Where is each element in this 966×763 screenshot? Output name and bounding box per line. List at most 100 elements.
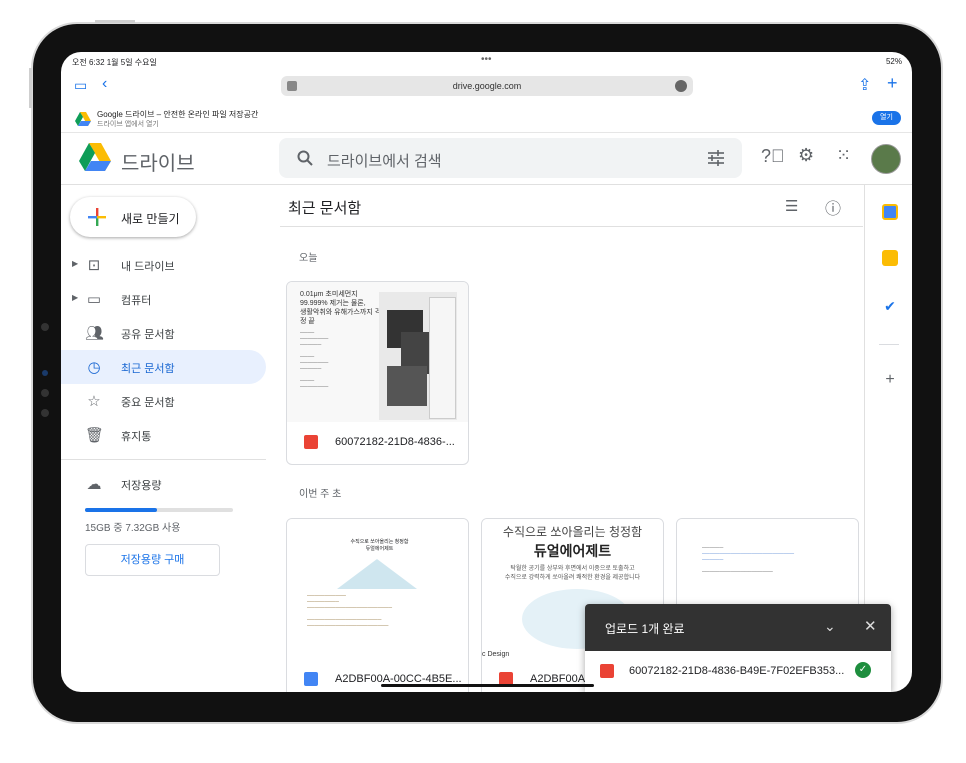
- app-banner: Google 드라이브 – 안전한 온라인 파일 저장공간 드라이브 앱에서 열…: [61, 106, 912, 133]
- sidebar-toggle-icon[interactable]: ▭: [74, 77, 87, 94]
- camera-dot: [41, 323, 49, 331]
- camera-lens: [42, 370, 48, 376]
- side-button: [29, 68, 32, 108]
- thumbnail-body: ────────────────────────────────────────…: [307, 593, 393, 629]
- sidebar-item-my-drive[interactable]: ▶ ⊡ 내 드라이브: [61, 248, 266, 282]
- sidebar-item-storage[interactable]: ☁︎ 저장용량: [61, 467, 266, 501]
- close-icon[interactable]: ✕: [864, 617, 877, 635]
- multitask-dots[interactable]: •••: [481, 54, 492, 65]
- thumbnail-body: ────────────────────────────────────────…: [300, 330, 329, 390]
- section-today: 오늘: [299, 253, 318, 264]
- thumbnail-graphic: [337, 559, 417, 589]
- sidebar-item-computers[interactable]: ▶ ▭ 컴퓨터: [61, 282, 266, 316]
- sidebar-item-label: 저장용량: [121, 480, 162, 492]
- search-icon[interactable]: [297, 150, 313, 166]
- storage-used-text: 15GB 중 7.32GB 사용: [85, 523, 181, 534]
- search-options-icon[interactable]: [707, 150, 725, 166]
- camera-dot: [41, 409, 49, 417]
- expand-caret-icon[interactable]: ▶: [72, 259, 78, 268]
- upload-status-text: 업로드 1개 완료: [605, 622, 685, 636]
- app-name: 드라이브: [121, 153, 195, 175]
- keep-icon[interactable]: [882, 250, 898, 266]
- rail-divider: [879, 344, 899, 345]
- thumbnail-body: ────────────────────────────────────────…: [702, 545, 795, 575]
- sidebar-item-label: 최근 문서함: [121, 363, 175, 375]
- tasks-icon[interactable]: ✔: [882, 298, 898, 314]
- thumbnail-subtitle: 듀얼에어제트: [533, 543, 612, 559]
- sidebar-item-starred[interactable]: ☆ 중요 문서함: [61, 384, 266, 418]
- open-app-button[interactable]: 열기: [872, 111, 901, 125]
- sidebar-item-trash[interactable]: 🗑︎ 휴지통: [61, 418, 266, 452]
- thumbnail-text: 0.01μm 초미세먼지 99.999% 제거는 물론, 생활악취와 유해가스까…: [300, 291, 382, 325]
- my-drive-icon: ⊡: [87, 257, 101, 274]
- computer-icon: ▭: [86, 291, 102, 308]
- purifier-image: [379, 292, 457, 420]
- new-button[interactable]: 새로 만들기: [70, 197, 196, 237]
- search-input[interactable]: 드라이브에서 검색: [327, 150, 442, 171]
- section-this-week: 이번 주 초: [299, 489, 342, 500]
- expand-caret-icon[interactable]: ▶: [72, 293, 78, 302]
- sidebar-item-shared[interactable]: 👥︎ 공유 문서함: [61, 316, 266, 350]
- sidebar-item-label: 중요 문서함: [121, 397, 175, 409]
- image-file-icon: [600, 664, 614, 678]
- new-tab-icon[interactable]: +: [887, 73, 898, 94]
- info-icon[interactable]: ⓘ: [825, 195, 841, 219]
- tab-overview-icon[interactable]: [287, 81, 297, 91]
- sidebar-item-recent[interactable]: ◷ 최근 문서함: [61, 350, 266, 384]
- sidebar-divider: [61, 459, 266, 460]
- upload-panel: 업로드 1개 완료 ⌄ ✕ 60072182-21D8-4836-B49E-7F…: [585, 604, 891, 692]
- screen: 오전 6:32 1월 5일 수요일 ••• 52% ▭ ‹ drive.goog…: [61, 52, 912, 692]
- doc-file-icon: [304, 672, 318, 686]
- storage-progress: [85, 508, 233, 512]
- search-bar[interactable]: 드라이브에서 검색: [279, 138, 742, 178]
- file-thumbnail: 수직으로 쏘아올리는 청정함 듀얼에어제트 ─────────── ───────…: [287, 519, 468, 659]
- sidebar-item-label: 내 드라이브: [121, 261, 175, 273]
- star-icon: ☆: [87, 393, 101, 410]
- uploaded-file-name[interactable]: 60072182-21D8-4836-B49E-7F02EFB353...: [629, 665, 844, 677]
- file-name: 60072182-21D8-4836-...: [335, 436, 455, 448]
- share-icon[interactable]: ⇪: [858, 75, 871, 95]
- image-file-icon: [304, 435, 318, 449]
- sidebar-item-label: 컴퓨터: [121, 295, 152, 307]
- thumbnail-body: 탁월한 공기를 상부와 후면에서 이중으로 토출하고 수직으로 강력하게 쏘아올…: [504, 566, 641, 581]
- top-button: [95, 20, 135, 23]
- thumbnail-text: 수직으로 쏘아올리는 청정함 듀얼에어제트: [350, 539, 409, 552]
- page-title: 최근 문서함: [288, 200, 362, 217]
- avatar[interactable]: [871, 144, 901, 174]
- plus-icon: [88, 208, 106, 226]
- upload-panel-header: 업로드 1개 완료 ⌄ ✕: [585, 604, 891, 651]
- add-addon-icon[interactable]: +: [882, 372, 898, 388]
- title-divider: [280, 226, 863, 227]
- banner-subtitle: 드라이브 앱에서 열기: [97, 121, 159, 128]
- help-icon[interactable]: ?⃝: [761, 146, 785, 167]
- drive-logo-icon[interactable]: [79, 143, 111, 171]
- cloud-icon: ☁︎: [86, 476, 102, 493]
- status-bar: 오전 6:32 1월 5일 수요일 ••• 52%: [61, 52, 912, 68]
- home-indicator[interactable]: [381, 684, 594, 687]
- more-icon[interactable]: [675, 80, 687, 92]
- drive-logo-icon: [75, 112, 91, 126]
- file-thumbnail: 0.01μm 초미세먼지 99.999% 제거는 물론, 생활악취와 유해가스까…: [287, 282, 468, 422]
- file-card[interactable]: 0.01μm 초미세먼지 99.999% 제거는 물론, 생활악취와 유해가스까…: [286, 281, 469, 465]
- thumbnail-title: 수직으로 쏘아올리는 청정함: [502, 525, 643, 539]
- list-view-icon[interactable]: ☰: [785, 197, 798, 215]
- address-bar[interactable]: drive.google.com: [281, 76, 693, 96]
- browser-toolbar: ▭ ‹ drive.google.com ⇪ +: [61, 68, 912, 106]
- buy-storage-button[interactable]: 저장용량 구매: [85, 544, 220, 576]
- shared-people-icon: 👥︎: [85, 325, 105, 342]
- back-icon[interactable]: ‹: [102, 75, 107, 93]
- trash-icon: 🗑︎: [85, 427, 105, 444]
- calendar-icon[interactable]: [882, 204, 898, 220]
- collapse-chevron-icon[interactable]: ⌄: [824, 618, 836, 635]
- url-text: drive.google.com: [452, 81, 522, 91]
- check-circle-icon: ✓: [855, 662, 871, 678]
- sidebar-item-label: 휴지통: [121, 431, 152, 443]
- new-button-label: 새로 만들기: [121, 212, 180, 226]
- settings-gear-icon[interactable]: ⚙: [798, 145, 814, 166]
- file-card[interactable]: 수직으로 쏘아올리는 청정함 듀얼에어제트 ─────────── ───────…: [286, 518, 469, 692]
- battery-text: 52%: [885, 57, 902, 66]
- storage-progress-fill: [85, 508, 158, 512]
- drive-header: 드라이브 드라이브에서 검색 ?⃝ ⚙ ⁙: [61, 132, 912, 185]
- camera-dot: [41, 389, 49, 397]
- apps-grid-icon[interactable]: ⁙: [836, 145, 851, 166]
